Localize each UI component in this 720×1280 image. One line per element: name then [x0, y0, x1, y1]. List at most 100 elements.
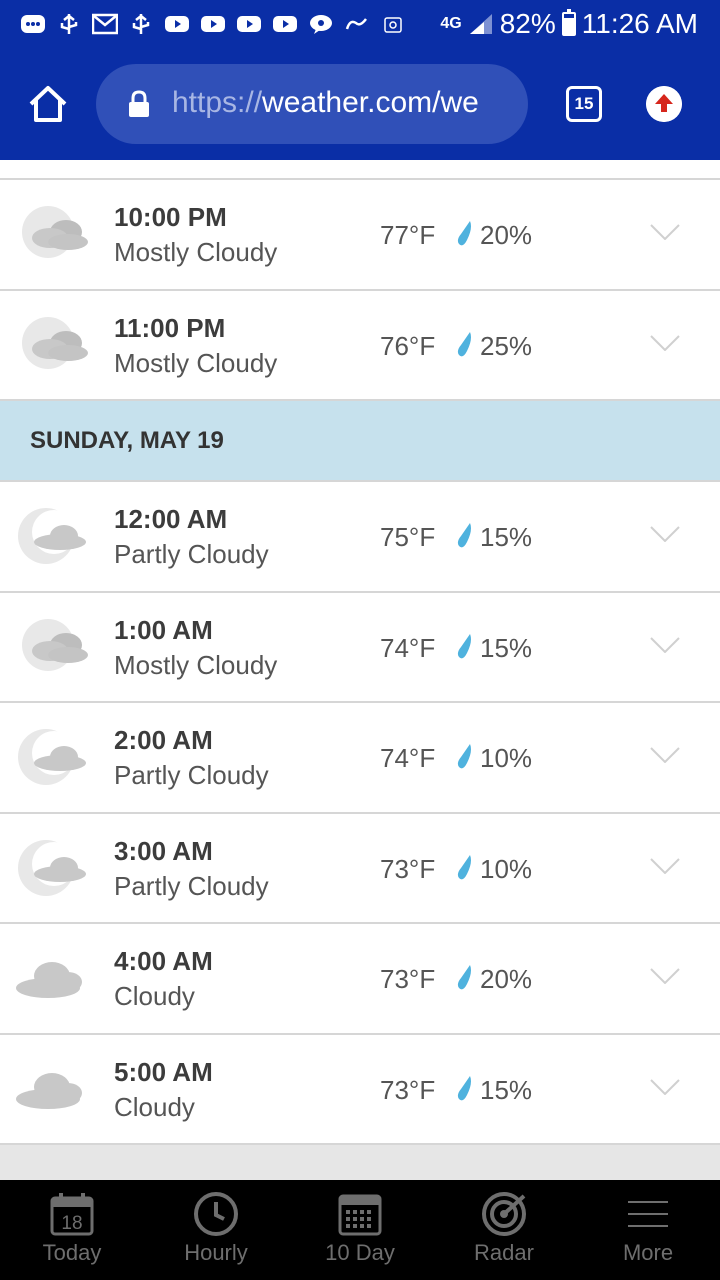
- hour-condition: Partly Cloudy: [114, 870, 269, 901]
- calendar-grid-icon: [338, 1194, 382, 1236]
- precip-chance: 15%: [480, 632, 533, 663]
- precip-chance: 15%: [480, 522, 533, 552]
- raindrop-icon: [457, 965, 471, 990]
- hourly-row[interactable]: 12:00 AM Partly Cloudy 75°F 15%: [0, 482, 720, 593]
- youtube-icon-2: [201, 16, 225, 32]
- url-protocol: https://: [172, 86, 263, 119]
- hourly-row[interactable]: 3:00 AM Partly Cloudy 73°F 10%: [0, 813, 720, 924]
- hour-time: 4:00 AM: [114, 946, 213, 976]
- hour-time: 11:00 PM: [114, 312, 226, 343]
- hour-temperature: 73°F: [380, 853, 436, 884]
- network-type: 4G: [440, 15, 462, 32]
- home-icon[interactable]: [28, 84, 68, 124]
- mostly-cloudy-night-icon: [22, 206, 88, 258]
- nav-more[interactable]: More: [576, 1180, 720, 1280]
- hour-time: 5:00 AM: [114, 1056, 213, 1087]
- bottom-nav: 18 Today Hourly 10 Day Radar More: [0, 1180, 720, 1280]
- list-footer: [0, 1145, 720, 1180]
- hour-time: 10:00 PM: [114, 202, 227, 232]
- lock-icon: [129, 90, 149, 117]
- hour-condition: Mostly Cloudy: [114, 237, 278, 267]
- chevron-down-icon[interactable]: [650, 1078, 680, 1095]
- url-host: weather.com/we: [262, 86, 479, 119]
- youtube-icon-4: [273, 16, 297, 32]
- chevron-down-icon[interactable]: [650, 747, 680, 763]
- hourly-row[interactable]: 4:00 AM Cloudy 73°F 20%: [0, 924, 720, 1035]
- address-bar[interactable]: https://weather.com/we: [96, 64, 528, 144]
- nav-10-day[interactable]: 10 Day: [288, 1180, 432, 1280]
- hour-condition: Partly Cloudy: [114, 539, 269, 569]
- chevron-down-icon[interactable]: [650, 636, 680, 653]
- nav-10-day-label: 10 Day: [325, 1240, 395, 1265]
- chevron-down-icon[interactable]: [650, 968, 680, 984]
- chevron-down-icon[interactable]: [650, 857, 680, 874]
- hour-temperature: 73°F: [380, 964, 436, 994]
- day-header-label: SUNDAY, MAY 19: [30, 427, 224, 454]
- hour-condition: Mostly Cloudy: [114, 347, 278, 378]
- tabs-button[interactable]: 15: [566, 86, 602, 122]
- nav-more-label: More: [622, 1240, 674, 1265]
- precip-chance: 10%: [480, 853, 533, 884]
- hour-temperature: 76°F: [380, 330, 436, 361]
- mostly-cloudy-night-icon: [22, 618, 88, 671]
- hourly-row[interactable]: 5:00 AM Cloudy 73°F 15%: [0, 1034, 720, 1145]
- partly-cloudy-night-icon: [18, 729, 86, 785]
- hour-temperature: 75°F: [380, 522, 436, 552]
- hourly-forecast-list: 10:00 PM Mostly Cloudy 77°F 20% 11:00 PM Most…: [0, 160, 720, 1180]
- raindrop-icon: [457, 1075, 471, 1100]
- previous-row-edge: [0, 160, 720, 180]
- precip-chance: 20%: [480, 220, 533, 250]
- today-date: 18: [61, 1213, 82, 1234]
- gmail-icon: [92, 13, 118, 35]
- battery-icon: [561, 9, 576, 36]
- clock-icon: [194, 1192, 238, 1236]
- partly-cloudy-night-icon: [18, 508, 86, 564]
- radar-icon: [482, 1192, 526, 1236]
- signal-icon: [469, 14, 492, 34]
- hourly-row[interactable]: 1:00 AM Mostly Cloudy 74°F 15%: [0, 592, 720, 703]
- hour-temperature: 73°F: [380, 1074, 436, 1105]
- youtube-icon: [165, 16, 189, 32]
- status-right: 4G 82% 11:26 AM: [440, 6, 698, 42]
- precip-chance: 20%: [480, 964, 533, 994]
- youtube-icon-3: [237, 16, 261, 32]
- raindrop-icon: [457, 331, 471, 356]
- status-bar: 4G 82% 11:26 AM: [0, 0, 720, 48]
- hour-temperature: 74°F: [380, 743, 436, 773]
- chevron-down-icon[interactable]: [650, 526, 680, 542]
- precip-chance: 25%: [480, 330, 533, 361]
- hour-condition: Cloudy: [114, 1091, 195, 1122]
- hour-time: 2:00 AM: [114, 725, 213, 755]
- calendar-today-icon: 18: [50, 1193, 94, 1236]
- cloudy-icon: [16, 1072, 82, 1109]
- hour-time: 3:00 AM: [114, 835, 213, 866]
- raindrop-icon: [457, 633, 471, 658]
- precip-chance: 15%: [480, 1074, 533, 1105]
- hourly-row[interactable]: 10:00 PM Mostly Cloudy 77°F 20%: [0, 180, 720, 291]
- camera-icon: [384, 17, 402, 33]
- hourly-row[interactable]: 2:00 AM Partly Cloudy 74°F 10%: [0, 703, 720, 814]
- battery-percent: 82%: [499, 8, 556, 39]
- hour-time: 1:00 AM: [114, 614, 213, 645]
- chevron-down-icon[interactable]: [650, 334, 680, 351]
- day-header: SUNDAY, MAY 19: [0, 401, 720, 482]
- nav-radar[interactable]: Radar: [432, 1180, 576, 1280]
- browser-toolbar: https://weather.com/we 15: [0, 48, 720, 160]
- clock: 11:26 AM: [581, 8, 698, 39]
- nav-today-label: Today: [42, 1240, 102, 1265]
- url-text[interactable]: https://weather.com/we: [172, 86, 512, 120]
- hour-temperature: 77°F: [380, 220, 436, 250]
- hourly-row[interactable]: 11:00 PM Mostly Cloudy 76°F 25%: [0, 290, 720, 401]
- raindrop-icon: [457, 523, 471, 548]
- hour-condition: Partly Cloudy: [114, 760, 269, 790]
- hour-temperature: 74°F: [380, 632, 436, 663]
- nav-hourly[interactable]: Hourly: [144, 1180, 288, 1280]
- hour-condition: Cloudy: [114, 981, 195, 1011]
- nav-today[interactable]: 18 Today: [0, 1180, 144, 1280]
- hour-time: 12:00 AM: [114, 504, 228, 534]
- mostly-cloudy-night-icon: [22, 316, 88, 369]
- chevron-down-icon[interactable]: [650, 224, 680, 240]
- link-icon: [345, 18, 367, 30]
- usb-icon: [60, 14, 78, 34]
- update-icon[interactable]: [646, 86, 682, 122]
